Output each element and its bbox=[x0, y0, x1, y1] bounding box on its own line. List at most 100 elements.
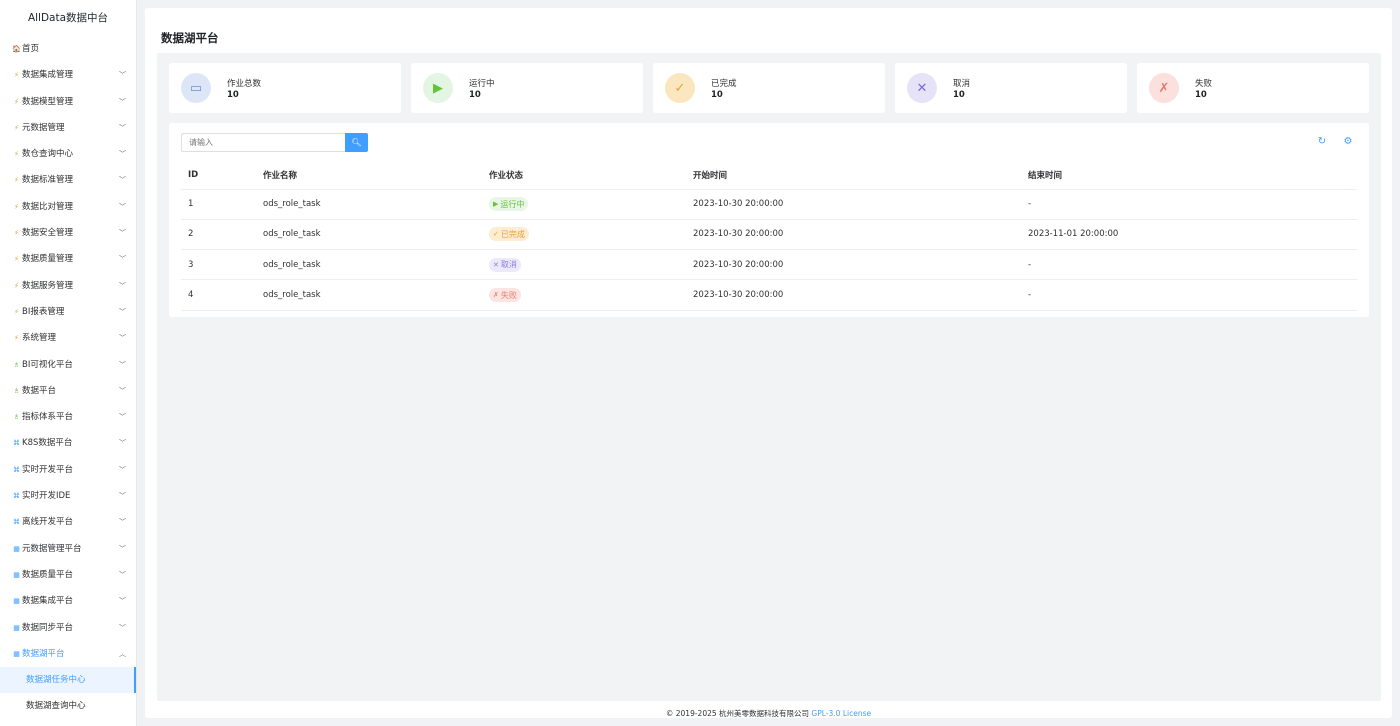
cell-end: 2023-11-01 20:00:00 bbox=[1021, 219, 1357, 251]
sidebar-item-label: BI报表管理 bbox=[22, 306, 65, 317]
bolt-icon: ⚡ bbox=[14, 202, 19, 211]
sidebar-item[interactable]: ⚡ 数据模型管理 ﹀ bbox=[0, 89, 136, 115]
status-text: 已完成 bbox=[500, 229, 525, 239]
table-row[interactable]: 1 ods_role_task ▶ 运行中 2023-10-30 20:00:00- bbox=[181, 189, 1357, 220]
sidebar-item[interactable]: ⚡ 数据集成管理 ﹀ bbox=[0, 62, 136, 88]
sidebar-item-label: 实时开发IDE bbox=[22, 491, 71, 502]
sidebar-item[interactable]: ⚡ 数仓查询中心 ﹀ bbox=[0, 141, 136, 167]
sidebar-item-label: 数据服务管理 bbox=[22, 280, 74, 291]
stat-card: ✕ 取消 10 bbox=[895, 63, 1127, 113]
sidebar-item[interactable]: ▦ 数据湖平台 ︿ bbox=[0, 641, 136, 667]
stat-label: 运行中 bbox=[469, 79, 495, 89]
sidebar-item[interactable]: ⌘ 实时开发IDE ﹀ bbox=[0, 483, 136, 509]
sidebar-item[interactable]: ⚡ 系统管理 ﹀ bbox=[0, 325, 136, 351]
column-header: 结束时间 bbox=[1021, 162, 1357, 190]
sidebar-item[interactable]: ⌘ K8S数据平台 ﹀ bbox=[0, 430, 136, 456]
table-body: 1 ods_role_task ▶ 运行中 2023-10-30 20:00:00-2 o… bbox=[181, 189, 1357, 311]
chevron-down-icon: ﹀ bbox=[119, 176, 126, 185]
cell-status: ✕ 取消 bbox=[482, 249, 686, 281]
column-header: 作业名称 bbox=[256, 162, 482, 190]
refresh-icon[interactable]: ↻ bbox=[1316, 136, 1328, 148]
chevron-down-icon: ﹀ bbox=[119, 623, 126, 632]
cell-status: ▶ 运行中 bbox=[482, 189, 686, 220]
chevron-down-icon: ﹀ bbox=[119, 229, 126, 238]
app-frame: AllData数据中台 🏠首页 ⚡ 数据集成管理 ﹀ ⚡ 数据模型管理 ﹀ ⚡ 元数据管理 ﹀ ⚡ 数… bbox=[0, 0, 1400, 726]
sidebar-menu: 🏠首页 ⚡ 数据集成管理 ﹀ ⚡ 数据模型管理 ﹀ ⚡ 元数据管理 ﹀ ⚡ 数仓查询中心 ﹀ ⚡ 数据标准管… bbox=[0, 36, 136, 720]
table-row[interactable]: 2 ods_role_task ✓ 已完成 2023-10-30 20:00:00 202… bbox=[181, 219, 1357, 251]
stat-value: 10 bbox=[469, 90, 481, 100]
sidebar-item[interactable]: ⚡ BI报表管理 ﹀ bbox=[0, 299, 136, 325]
chevron-down-icon: ﹀ bbox=[119, 492, 126, 501]
grid-icon: ▦ bbox=[13, 570, 20, 579]
chevron-down-icon: ﹀ bbox=[119, 281, 126, 290]
chevron-down-icon: ﹀ bbox=[119, 202, 126, 211]
play-icon: ▶ bbox=[423, 73, 453, 103]
settings-icon[interactable]: ⚙ bbox=[1342, 136, 1354, 148]
chevron-down-icon: ﹀ bbox=[119, 570, 126, 579]
chevron-up-icon: ︿ bbox=[119, 649, 126, 658]
sidebar-item[interactable]: ⚡ 数据安全管理 ﹀ bbox=[0, 220, 136, 246]
person-icon: ♗ bbox=[13, 386, 20, 395]
stat-value: 10 bbox=[227, 90, 239, 100]
sidebar-item[interactable]: ⚡ 数据标准管理 ﹀ bbox=[0, 167, 136, 193]
search-button[interactable]: 🔍︎ bbox=[345, 133, 368, 152]
check-circle-icon: ✓ bbox=[493, 230, 499, 239]
cell-start: 2023-10-30 20:00:00 bbox=[686, 279, 1021, 311]
home-icon: 🏠 bbox=[12, 45, 21, 53]
cell-name: ods_role_task bbox=[256, 249, 482, 281]
table-row[interactable]: 3 ods_role_task ✕ 取消 2023-10-30 20:00:00- bbox=[181, 249, 1357, 281]
bolt-icon: ⚡ bbox=[14, 123, 19, 132]
submenu-item[interactable]: 数据湖任务中心 bbox=[0, 667, 136, 694]
sidebar-item[interactable]: ⚡ 数据比对管理 ﹀ bbox=[0, 194, 136, 220]
search-input[interactable] bbox=[181, 133, 345, 152]
chevron-down-icon: ﹀ bbox=[119, 150, 126, 159]
sidebar-item[interactable]: ♗ BI可视化平台 ﹀ bbox=[0, 352, 136, 378]
column-header: 开始时间 bbox=[686, 162, 1021, 190]
footer: © 2019-2025 杭州美零数据科技有限公司 GPL-3.0 License bbox=[145, 708, 1392, 719]
stat-value: 10 bbox=[1195, 90, 1207, 100]
sidebar-item[interactable]: ▦ 数据集成平台 ﹀ bbox=[0, 588, 136, 614]
chevron-down-icon: ﹀ bbox=[119, 360, 126, 369]
stat-cards: ▭ 作业总数 10 ▶ 运行中 10 ✓ 已完成 10 ✕ 取消 10 ✗ 失败 10 bbox=[169, 63, 1369, 113]
sidebar-item[interactable]: ⌘ 离线开发平台 ﹀ bbox=[0, 509, 136, 535]
sidebar-item[interactable]: ⌘ 实时开发平台 ﹀ bbox=[0, 457, 136, 483]
table-row[interactable]: 4 ods_role_task ✗ 失败 2023-10-30 20:00:00- bbox=[181, 279, 1357, 311]
sidebar-item[interactable]: ▦ 元数据管理平台 ﹀ bbox=[0, 536, 136, 562]
inbox-icon: ▭ bbox=[181, 73, 211, 103]
status-badge: ▶ 运行中 bbox=[489, 197, 529, 212]
stat-card: ▭ 作业总数 10 bbox=[169, 63, 401, 113]
stat-label: 已完成 bbox=[711, 79, 737, 89]
cell-end: - bbox=[1021, 279, 1357, 311]
sidebar-item[interactable]: ♗ 数据平台 ﹀ bbox=[0, 378, 136, 404]
cell-name: ods_role_task bbox=[256, 189, 482, 220]
sidebar-item[interactable]: ⚡ 数据质量管理 ﹀ bbox=[0, 246, 136, 272]
sidebar-item[interactable]: ♗ 指标体系平台 ﹀ bbox=[0, 404, 136, 430]
chevron-down-icon: ﹀ bbox=[119, 465, 126, 474]
stat-label: 取消 bbox=[953, 79, 971, 89]
cancel-circle-icon: ✕ bbox=[907, 73, 937, 103]
sidebar-item[interactable]: ▦ 数据同步平台 ﹀ bbox=[0, 615, 136, 641]
cell-end: - bbox=[1021, 189, 1357, 220]
task-table-panel: 🔍︎ ↻ ⚙ ID作业名称作业状态开始时间结束时间 1ods_role_task… bbox=[169, 123, 1369, 317]
sidebar-item-label: 数据标准管理 bbox=[22, 175, 74, 186]
license-link[interactable]: GPL-3.0 License bbox=[811, 709, 871, 718]
sidebar-item[interactable]: ▦ 数据质量平台 ﹀ bbox=[0, 562, 136, 588]
cell-start: 2023-10-30 20:00:00 bbox=[686, 249, 1021, 281]
sidebar-item[interactable]: ⚡ 元数据管理 ﹀ bbox=[0, 115, 136, 141]
content-area: ▭作业总数10▶运行中10✓已完成10✕取消10✗失败10 🔍︎ ↻ ⚙ ID作… bbox=[157, 53, 1381, 701]
sidebar-item[interactable]: ⚡ 数据服务管理 ﹀ bbox=[0, 273, 136, 299]
stat-value: 10 bbox=[711, 90, 723, 100]
stat-card: ▶ 运行中 10 bbox=[411, 63, 643, 113]
status-badge: ✓ 已完成 bbox=[489, 227, 529, 242]
play-icon: ▶ bbox=[493, 200, 499, 209]
network-icon: ⌘ bbox=[13, 518, 20, 527]
person-icon: ♗ bbox=[13, 413, 20, 422]
sidebar-item-label: 指标体系平台 bbox=[22, 412, 74, 423]
sidebar-item[interactable]: 🏠首页 bbox=[0, 36, 136, 62]
sidebar-item-label: 数据模型管理 bbox=[22, 96, 74, 107]
cell-id: 2 bbox=[181, 219, 256, 251]
sidebar-item-label: 数据集成管理 bbox=[22, 70, 74, 81]
sidebar-item-label: 数据同步平台 bbox=[22, 622, 74, 633]
network-icon: ⌘ bbox=[13, 439, 20, 448]
submenu-item[interactable]: 数据湖查询中心 bbox=[0, 693, 136, 719]
